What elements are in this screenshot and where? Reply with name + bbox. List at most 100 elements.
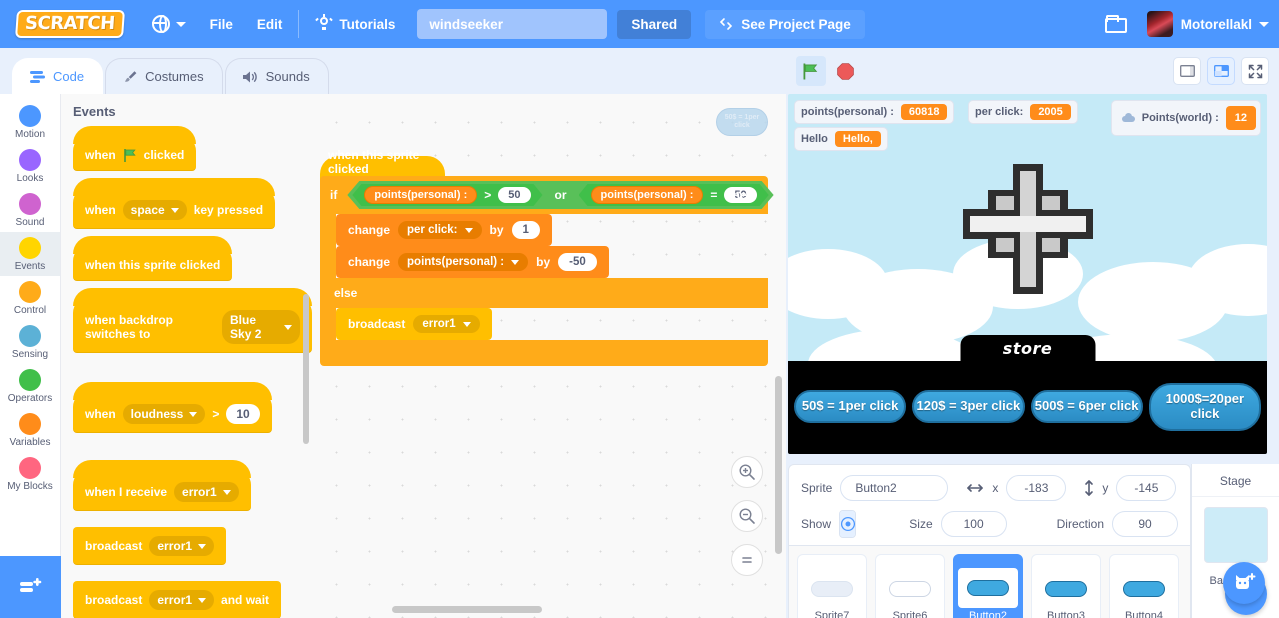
value-input-left[interactable]: 50 xyxy=(498,187,530,203)
zoom-reset-button[interactable] xyxy=(731,544,763,576)
script-change-per-click[interactable]: change per click: by 1 xyxy=(336,214,552,246)
tab-costumes[interactable]: Costumes xyxy=(105,58,223,94)
zoom-in-button[interactable] xyxy=(731,456,763,488)
variable-points-personal-right[interactable]: points(personal) : xyxy=(591,186,704,204)
broadcast-wait-message-dropdown[interactable]: error1 xyxy=(149,590,215,610)
change-amount-input-2[interactable]: -50 xyxy=(558,253,597,271)
broadcast-message-dropdown[interactable]: error1 xyxy=(149,536,215,556)
category-sound[interactable]: Sound xyxy=(0,188,60,232)
y-position-input[interactable] xyxy=(1116,475,1177,501)
sprite-card-sprite7[interactable]: Sprite7 xyxy=(797,554,867,618)
store-button-1000[interactable]: 1000$=20per click xyxy=(1148,383,1261,431)
script-broadcast-error1[interactable]: broadcast error1 xyxy=(336,308,492,340)
category-motion[interactable]: Motion xyxy=(0,100,60,144)
shared-button[interactable]: Shared xyxy=(617,9,692,39)
if-branch-spine xyxy=(320,214,336,278)
workspace-vertical-scrollbar[interactable] xyxy=(775,376,782,554)
see-project-page-button[interactable]: See Project Page xyxy=(705,9,865,39)
chevron-down-icon xyxy=(462,321,471,327)
sprite-card-button2[interactable]: Button2 xyxy=(953,554,1023,618)
category-events-label: Events xyxy=(14,261,46,272)
loudness-threshold-input[interactable]: 10 xyxy=(226,404,260,424)
fullscreen-button[interactable] xyxy=(1241,57,1269,85)
sprite-list[interactable]: Sprite7 Sprite6 Button2 Button3 Button4 xyxy=(788,546,1191,618)
category-operators[interactable]: Operators xyxy=(0,364,60,408)
show-hide-toggle xyxy=(839,510,857,538)
green-flag-button[interactable] xyxy=(796,56,826,86)
block-palette[interactable]: Events when clicked when space key press… xyxy=(61,94,312,618)
monitor-points-world[interactable]: Points(world) : 12 xyxy=(1110,100,1261,136)
palette-block-when-flag-clicked[interactable]: when clicked xyxy=(73,126,197,171)
change-amount-input-1[interactable]: 1 xyxy=(511,221,540,239)
palette-block-when-i-receive[interactable]: when I receive error1 xyxy=(73,460,251,511)
monitor-points-personal[interactable]: points(personal) : 60818 xyxy=(794,100,955,124)
category-control[interactable]: Control xyxy=(0,276,60,320)
sprite-card-button3[interactable]: Button3 xyxy=(1031,554,1101,618)
monitor-per-click[interactable]: per click: 2005 xyxy=(968,100,1078,124)
menu-edit[interactable]: Edit xyxy=(245,0,295,48)
x-position-input[interactable] xyxy=(1006,475,1067,501)
or-operator-block[interactable]: points(personal) : > 50 or points(person… xyxy=(347,181,773,209)
broadcast-error-dropdown[interactable]: error1 xyxy=(413,315,480,333)
palette-block-when-key-pressed[interactable]: when space key pressed xyxy=(73,178,276,229)
direction-input[interactable] xyxy=(1112,511,1178,537)
code-workspace[interactable]: 50$ = 1per click when this sprite clicke… xyxy=(312,94,786,618)
pixel-cross-sprite[interactable] xyxy=(958,154,1098,304)
category-sensing[interactable]: Sensing xyxy=(0,320,60,364)
size-input[interactable] xyxy=(940,511,1007,537)
palette-block-label: broadcast xyxy=(85,539,143,553)
sprite-card-label: Sprite6 xyxy=(892,610,928,618)
stage-thumbnail[interactable] xyxy=(1203,507,1268,563)
zoom-out-button[interactable] xyxy=(731,500,763,532)
category-looks[interactable]: Looks xyxy=(0,144,60,188)
sprite-card-sprite6[interactable]: Sprite6 xyxy=(875,554,945,618)
sprite-card-button4[interactable]: Button4 xyxy=(1109,554,1179,618)
tab-code[interactable]: Code xyxy=(12,58,104,94)
add-sprite-button[interactable] xyxy=(1223,562,1265,604)
stop-button[interactable] xyxy=(830,56,860,86)
category-variables[interactable]: Variables xyxy=(0,408,60,452)
palette-block-when-sprite-clicked[interactable]: when this sprite clicked xyxy=(73,236,233,281)
palette-block-when-loudness[interactable]: when loudness > 10 xyxy=(73,382,272,433)
sprite-info-panel: Sprite x y Show xyxy=(788,464,1191,546)
category-events[interactable]: Events xyxy=(0,232,60,276)
store-button-120[interactable]: 120$ = 3per click xyxy=(912,390,1025,424)
language-selector[interactable] xyxy=(140,0,198,48)
folder-icon[interactable] xyxy=(1104,15,1127,33)
message-dropdown[interactable]: error1 xyxy=(174,482,239,502)
monitor-hello[interactable]: Hello Hello, xyxy=(794,127,888,151)
palette-block-broadcast-and-wait[interactable]: broadcast error1 and wait xyxy=(73,581,282,618)
small-stage-button[interactable] xyxy=(1173,57,1201,85)
palette-block-broadcast[interactable]: broadcast error1 xyxy=(73,527,227,565)
palette-block-when-backdrop-switches[interactable]: when backdrop switches to Blue Sky 2 xyxy=(73,288,312,353)
menu-file[interactable]: File xyxy=(198,0,245,48)
palette-scrollbar[interactable] xyxy=(303,294,309,444)
category-my-blocks[interactable]: My Blocks xyxy=(0,452,60,496)
per-click-variable-dropdown[interactable]: per click: xyxy=(398,221,482,239)
store-button-50[interactable]: 50$ = 1per click xyxy=(794,390,907,424)
script-if-else-block[interactable]: if points(personal) : > 50 or points(per… xyxy=(320,176,768,366)
events-color-dot xyxy=(19,237,41,259)
points-personal-variable-dropdown[interactable]: points(personal) : xyxy=(398,253,529,271)
add-extension-button[interactable] xyxy=(0,556,61,618)
store-button-500[interactable]: 500$ = 6per click xyxy=(1030,390,1143,424)
size-label: Size xyxy=(909,517,933,531)
backdrop-dropdown[interactable]: Blue Sky 2 xyxy=(222,310,300,344)
variable-points-personal-left[interactable]: points(personal) : xyxy=(364,186,477,204)
menu-tutorials[interactable]: Tutorials xyxy=(303,0,407,48)
project-title-input[interactable] xyxy=(417,9,608,39)
sprite-name-input[interactable] xyxy=(840,475,949,501)
stage-canvas[interactable]: points(personal) : 60818 per click: 2005… xyxy=(788,94,1267,454)
scratch-logo[interactable]: SCRATCH xyxy=(15,10,125,38)
username-label[interactable]: Motorellakl xyxy=(1181,17,1252,32)
workspace-horizontal-scrollbar[interactable] xyxy=(392,606,542,613)
script-change-points-personal[interactable]: change points(personal) : by -50 xyxy=(336,246,609,278)
show-button[interactable] xyxy=(840,511,856,537)
tab-sounds[interactable]: Sounds xyxy=(224,58,329,94)
large-stage-button[interactable] xyxy=(1207,57,1235,85)
account-chevron-down-icon[interactable] xyxy=(1259,21,1269,27)
comparison-greater-than[interactable]: points(personal) : > 50 xyxy=(352,184,542,206)
key-dropdown[interactable]: space xyxy=(122,200,187,220)
loudness-dropdown[interactable]: loudness xyxy=(122,404,206,424)
avatar[interactable] xyxy=(1146,11,1173,37)
